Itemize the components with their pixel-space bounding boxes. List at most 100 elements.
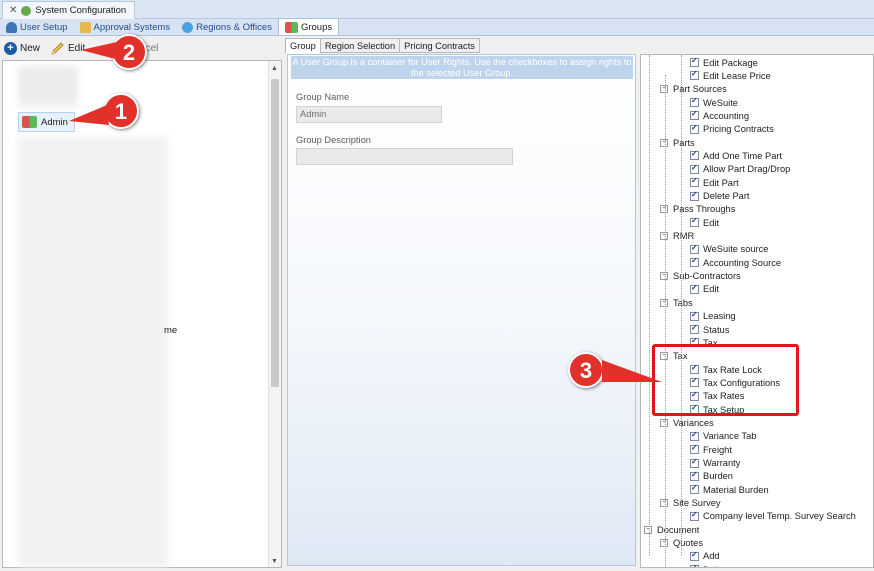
tree-node-label: Quotes [673, 538, 703, 549]
collapse-icon[interactable]: − [660, 138, 668, 147]
tab-regions-offices[interactable]: Regions & Offices [176, 19, 278, 35]
tree-node[interactable]: Pricing Contracts [690, 123, 774, 136]
tree-node-label: Freight [703, 444, 732, 455]
checkbox[interactable] [690, 457, 699, 468]
tree-node[interactable]: − Pass Throughs [660, 203, 735, 216]
plus-icon: + [4, 41, 17, 55]
vertical-scrollbar[interactable]: ▲ ▼ [268, 61, 281, 567]
tree-node-label: Edit Package [703, 57, 758, 68]
collapse-icon[interactable]: − [660, 205, 668, 214]
tree-node[interactable]: − Part Sources [660, 83, 727, 96]
tree-node[interactable]: Add One Time Part [690, 149, 782, 162]
tree-node[interactable]: Leasing [690, 310, 736, 323]
checkbox[interactable] [690, 96, 699, 108]
callout-number: 3 [579, 358, 593, 383]
tree-node[interactable]: Delete [690, 563, 730, 567]
tree-node[interactable]: Edit [690, 216, 719, 229]
checkbox[interactable] [690, 243, 699, 254]
checkbox[interactable] [690, 176, 699, 188]
scroll-up-icon[interactable]: ▲ [271, 65, 278, 72]
tree-node[interactable]: Freight [690, 443, 732, 456]
tree-node[interactable]: Edit Lease Price [690, 69, 771, 82]
checkbox[interactable] [690, 323, 699, 334]
checkbox[interactable] [690, 563, 699, 567]
tree-node[interactable]: Company level Temp. Survey Search [690, 510, 856, 523]
group-description-field[interactable] [296, 148, 513, 165]
tree-connector [665, 75, 666, 567]
collapse-icon[interactable]: − [660, 232, 668, 241]
checkbox[interactable] [690, 256, 699, 268]
tree-node[interactable]: WeSuite [690, 96, 738, 109]
tab-region-selection[interactable]: Region Selection [319, 38, 401, 53]
tree-node[interactable]: Warranty [690, 457, 740, 470]
tree-node-label: Variances [673, 417, 714, 428]
tree-node[interactable]: Accounting [690, 109, 749, 122]
checkbox[interactable] [690, 550, 699, 561]
callout-3: 3 [568, 352, 662, 388]
tab-user-setup[interactable]: User Setup [0, 19, 74, 35]
checkbox[interactable] [690, 510, 699, 521]
tree-node[interactable]: Edit Package [690, 56, 758, 69]
collapse-icon[interactable]: − [660, 499, 668, 508]
tree-node-label: Leasing [703, 311, 736, 322]
tab-approval-systems[interactable]: Approval Systems [74, 19, 177, 35]
tree-node-label: Edit Lease Price [703, 70, 771, 81]
collapse-icon[interactable]: − [644, 525, 652, 534]
tree-node[interactable]: − Variances [660, 416, 714, 429]
edit-button[interactable]: Edit [50, 41, 85, 55]
tree-node[interactable]: − Sub-Contractors [660, 270, 741, 283]
tree-node-label: Status [703, 324, 730, 335]
tab-label: Groups [300, 21, 333, 33]
new-button[interactable]: + New [4, 41, 40, 55]
tree-node[interactable]: WeSuite source [690, 243, 768, 256]
info-banner: A User Group is a container for User Rig… [291, 56, 633, 79]
checkbox[interactable] [690, 109, 699, 121]
collapse-icon[interactable]: − [660, 85, 668, 94]
tree-node[interactable]: Allow Part Drag/Drop [690, 163, 790, 176]
checkbox[interactable] [690, 149, 699, 161]
checkbox[interactable] [690, 470, 699, 481]
collapse-icon[interactable]: − [660, 272, 668, 281]
checkbox[interactable] [690, 163, 699, 174]
checkbox[interactable] [690, 216, 699, 228]
close-icon[interactable]: ✕ [9, 5, 17, 16]
checkbox[interactable] [690, 283, 699, 294]
tree-node-label: Add One Time Part [703, 150, 783, 161]
tree-node[interactable]: Burden [690, 470, 733, 483]
globe-icon [182, 21, 194, 33]
rights-tree[interactable]: Edit Package Edit Lease Price −Part Source… [640, 54, 874, 568]
tab-pricing-contracts[interactable]: Pricing Contracts [399, 38, 480, 53]
checkbox[interactable] [690, 443, 699, 455]
tree-node[interactable]: Add [690, 550, 720, 563]
tree-node-label: Delete Part [703, 191, 750, 201]
tree-node[interactable]: Delete Part [690, 190, 750, 203]
tree-node[interactable]: Status [690, 323, 729, 336]
tree-node-label: Parts [673, 137, 695, 148]
scrollbar-thumb[interactable] [271, 79, 279, 387]
title-bar: ✕ System Configuration [0, 0, 874, 19]
collapse-icon[interactable]: − [660, 298, 668, 307]
groups-list[interactable]: Admin me ▲ ▼ [2, 60, 282, 568]
collapse-icon[interactable]: − [660, 539, 668, 548]
checkbox[interactable] [690, 190, 699, 201]
document-tab[interactable]: ✕ System Configuration [2, 1, 136, 19]
blurred-content [18, 137, 168, 567]
tab-group[interactable]: Group [285, 38, 321, 54]
scroll-down-icon[interactable]: ▼ [271, 558, 278, 565]
checkbox[interactable] [690, 123, 699, 134]
checkbox[interactable] [690, 56, 699, 67]
tree-node[interactable]: Edit Part [690, 176, 739, 189]
tree-node[interactable]: Edit [690, 283, 719, 296]
tree-node[interactable]: − Document [644, 523, 699, 536]
checkbox[interactable] [690, 430, 699, 441]
collapse-icon[interactable]: − [660, 418, 668, 427]
tree-node[interactable]: Material Burden [690, 483, 769, 496]
tree-node[interactable]: Variance Tab [690, 430, 756, 443]
group-name-field[interactable]: Admin [296, 106, 442, 123]
tree-node[interactable]: − Site Survey [660, 497, 721, 510]
checkbox[interactable] [690, 69, 699, 81]
checkbox[interactable] [690, 483, 699, 495]
checkbox[interactable] [690, 310, 699, 321]
tab-groups[interactable]: Groups [277, 18, 340, 35]
tree-node[interactable]: Accounting Source [690, 256, 781, 269]
